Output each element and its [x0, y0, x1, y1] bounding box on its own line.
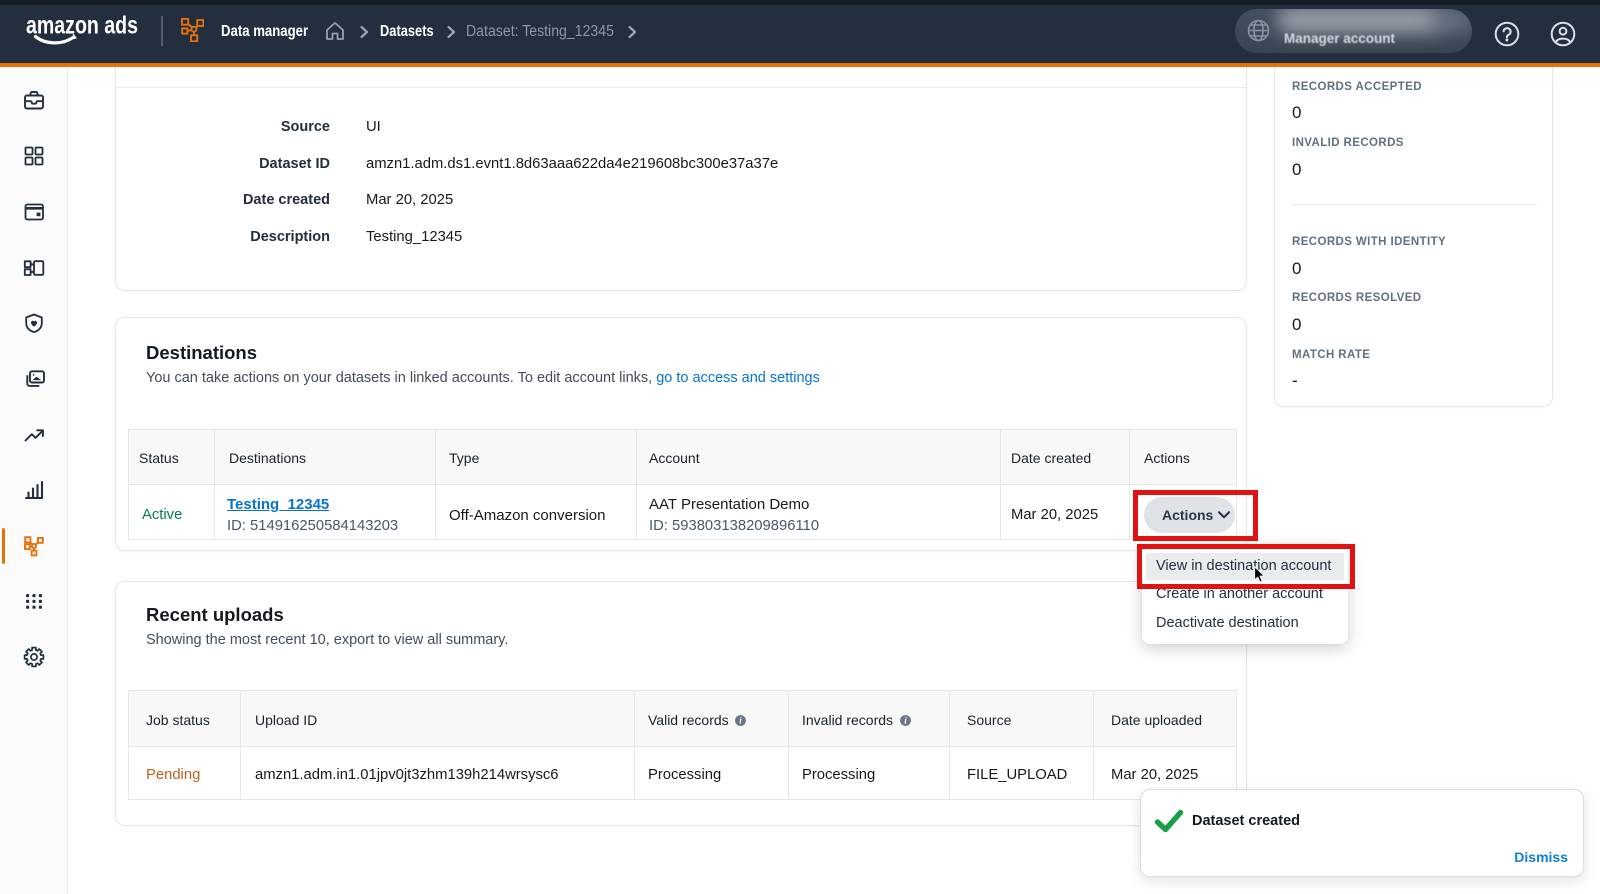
svg-text:amazon ads: amazon ads	[26, 12, 138, 40]
